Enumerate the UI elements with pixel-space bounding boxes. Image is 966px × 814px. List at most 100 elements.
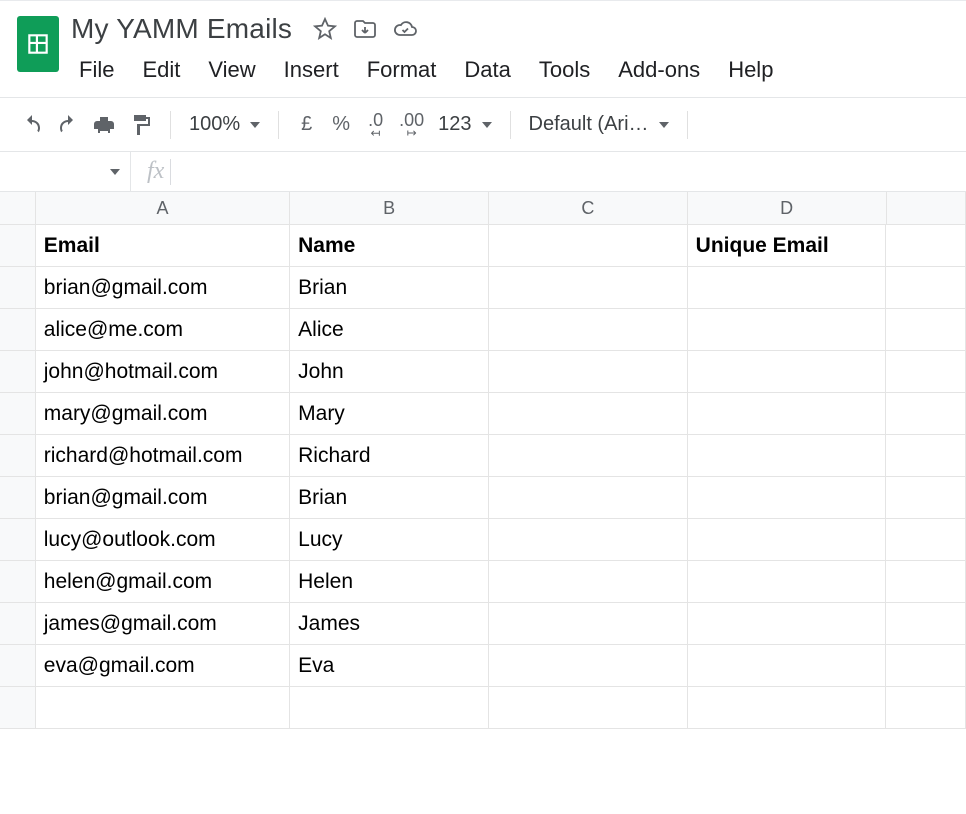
- menu-edit[interactable]: Edit: [128, 53, 194, 87]
- undo-button[interactable]: [14, 107, 50, 143]
- cell[interactable]: Unique Email: [688, 225, 887, 266]
- more-formats-dropdown[interactable]: 123: [432, 113, 497, 136]
- cloud-status-icon[interactable]: [392, 16, 418, 42]
- cell[interactable]: [886, 477, 966, 518]
- cell[interactable]: [489, 645, 688, 686]
- cell[interactable]: Eva: [290, 645, 489, 686]
- cell[interactable]: [886, 645, 966, 686]
- cell[interactable]: [886, 351, 966, 392]
- row-header[interactable]: [0, 267, 36, 308]
- cell[interactable]: [688, 309, 887, 350]
- row-header[interactable]: [0, 603, 36, 644]
- menu-tools[interactable]: Tools: [525, 53, 604, 87]
- cell[interactable]: Mary: [290, 393, 489, 434]
- zoom-dropdown[interactable]: 100%: [183, 113, 266, 136]
- cell[interactable]: [886, 519, 966, 560]
- column-header-A[interactable]: A: [36, 192, 290, 224]
- row-header[interactable]: [0, 225, 36, 266]
- cell[interactable]: [886, 393, 966, 434]
- cell[interactable]: [489, 267, 688, 308]
- cell[interactable]: Helen: [290, 561, 489, 602]
- row-header[interactable]: [0, 351, 36, 392]
- decrease-decimal-button[interactable]: .0 ↤: [360, 111, 391, 139]
- menu-view[interactable]: View: [194, 53, 269, 87]
- cell[interactable]: [688, 477, 887, 518]
- format-percent-button[interactable]: %: [322, 113, 360, 136]
- cell[interactable]: [489, 309, 688, 350]
- menu-file[interactable]: File: [65, 53, 128, 87]
- cell[interactable]: eva@gmail.com: [36, 645, 290, 686]
- font-family-dropdown[interactable]: Default (Ari…: [523, 113, 675, 136]
- row-header[interactable]: [0, 687, 36, 728]
- cell[interactable]: james@gmail.com: [36, 603, 290, 644]
- select-all-corner[interactable]: [0, 192, 36, 224]
- paint-format-button[interactable]: [122, 107, 158, 143]
- cell[interactable]: [886, 603, 966, 644]
- cell[interactable]: [886, 687, 966, 728]
- cell[interactable]: [886, 225, 966, 266]
- cell[interactable]: [489, 351, 688, 392]
- cell[interactable]: [886, 309, 966, 350]
- cell[interactable]: Lucy: [290, 519, 489, 560]
- cell[interactable]: [489, 519, 688, 560]
- format-currency-button[interactable]: £: [291, 113, 322, 136]
- cell[interactable]: [489, 435, 688, 476]
- cell[interactable]: Alice: [290, 309, 489, 350]
- menu-help[interactable]: Help: [714, 53, 787, 87]
- cell[interactable]: John: [290, 351, 489, 392]
- cell[interactable]: brian@gmail.com: [36, 477, 290, 518]
- cell[interactable]: [688, 393, 887, 434]
- row-header[interactable]: [0, 645, 36, 686]
- redo-button[interactable]: [50, 107, 86, 143]
- column-header-E[interactable]: [887, 192, 966, 224]
- cell[interactable]: lucy@outlook.com: [36, 519, 290, 560]
- cell[interactable]: James: [290, 603, 489, 644]
- cell[interactable]: [886, 561, 966, 602]
- row-header[interactable]: [0, 561, 36, 602]
- cell[interactable]: john@hotmail.com: [36, 351, 290, 392]
- cell[interactable]: [688, 267, 887, 308]
- row-header[interactable]: [0, 435, 36, 476]
- cell[interactable]: helen@gmail.com: [36, 561, 290, 602]
- cell[interactable]: Name: [290, 225, 489, 266]
- cell[interactable]: [688, 519, 887, 560]
- row-header[interactable]: [0, 519, 36, 560]
- name-box[interactable]: [0, 152, 130, 191]
- cell[interactable]: Richard: [290, 435, 489, 476]
- cell[interactable]: [688, 687, 887, 728]
- menu-format[interactable]: Format: [353, 53, 451, 87]
- cell[interactable]: [489, 477, 688, 518]
- cell[interactable]: [886, 435, 966, 476]
- row-header[interactable]: [0, 477, 36, 518]
- cell[interactable]: [489, 603, 688, 644]
- menu-insert[interactable]: Insert: [270, 53, 353, 87]
- sheets-app-icon[interactable]: [10, 9, 65, 79]
- row-header[interactable]: [0, 393, 36, 434]
- menu-addons[interactable]: Add-ons: [604, 53, 714, 87]
- cell[interactable]: brian@gmail.com: [36, 267, 290, 308]
- cell[interactable]: Brian: [290, 267, 489, 308]
- document-title[interactable]: My YAMM Emails: [65, 11, 298, 47]
- column-header-D[interactable]: D: [688, 192, 887, 224]
- cell[interactable]: richard@hotmail.com: [36, 435, 290, 476]
- cell[interactable]: [688, 351, 887, 392]
- column-header-C[interactable]: C: [489, 192, 688, 224]
- cell[interactable]: alice@me.com: [36, 309, 290, 350]
- cell[interactable]: Brian: [290, 477, 489, 518]
- cell[interactable]: mary@gmail.com: [36, 393, 290, 434]
- increase-decimal-button[interactable]: .00 ↦: [391, 111, 432, 139]
- cell[interactable]: Email: [36, 225, 290, 266]
- cell[interactable]: [688, 561, 887, 602]
- cell[interactable]: [489, 561, 688, 602]
- cell[interactable]: [489, 225, 688, 266]
- cell[interactable]: [886, 267, 966, 308]
- menu-data[interactable]: Data: [450, 53, 524, 87]
- move-folder-icon[interactable]: [352, 16, 378, 42]
- cell[interactable]: [688, 435, 887, 476]
- column-header-B[interactable]: B: [290, 192, 489, 224]
- cell[interactable]: [688, 603, 887, 644]
- cell[interactable]: [489, 687, 688, 728]
- cell[interactable]: [688, 645, 887, 686]
- row-header[interactable]: [0, 309, 36, 350]
- cell[interactable]: [290, 687, 489, 728]
